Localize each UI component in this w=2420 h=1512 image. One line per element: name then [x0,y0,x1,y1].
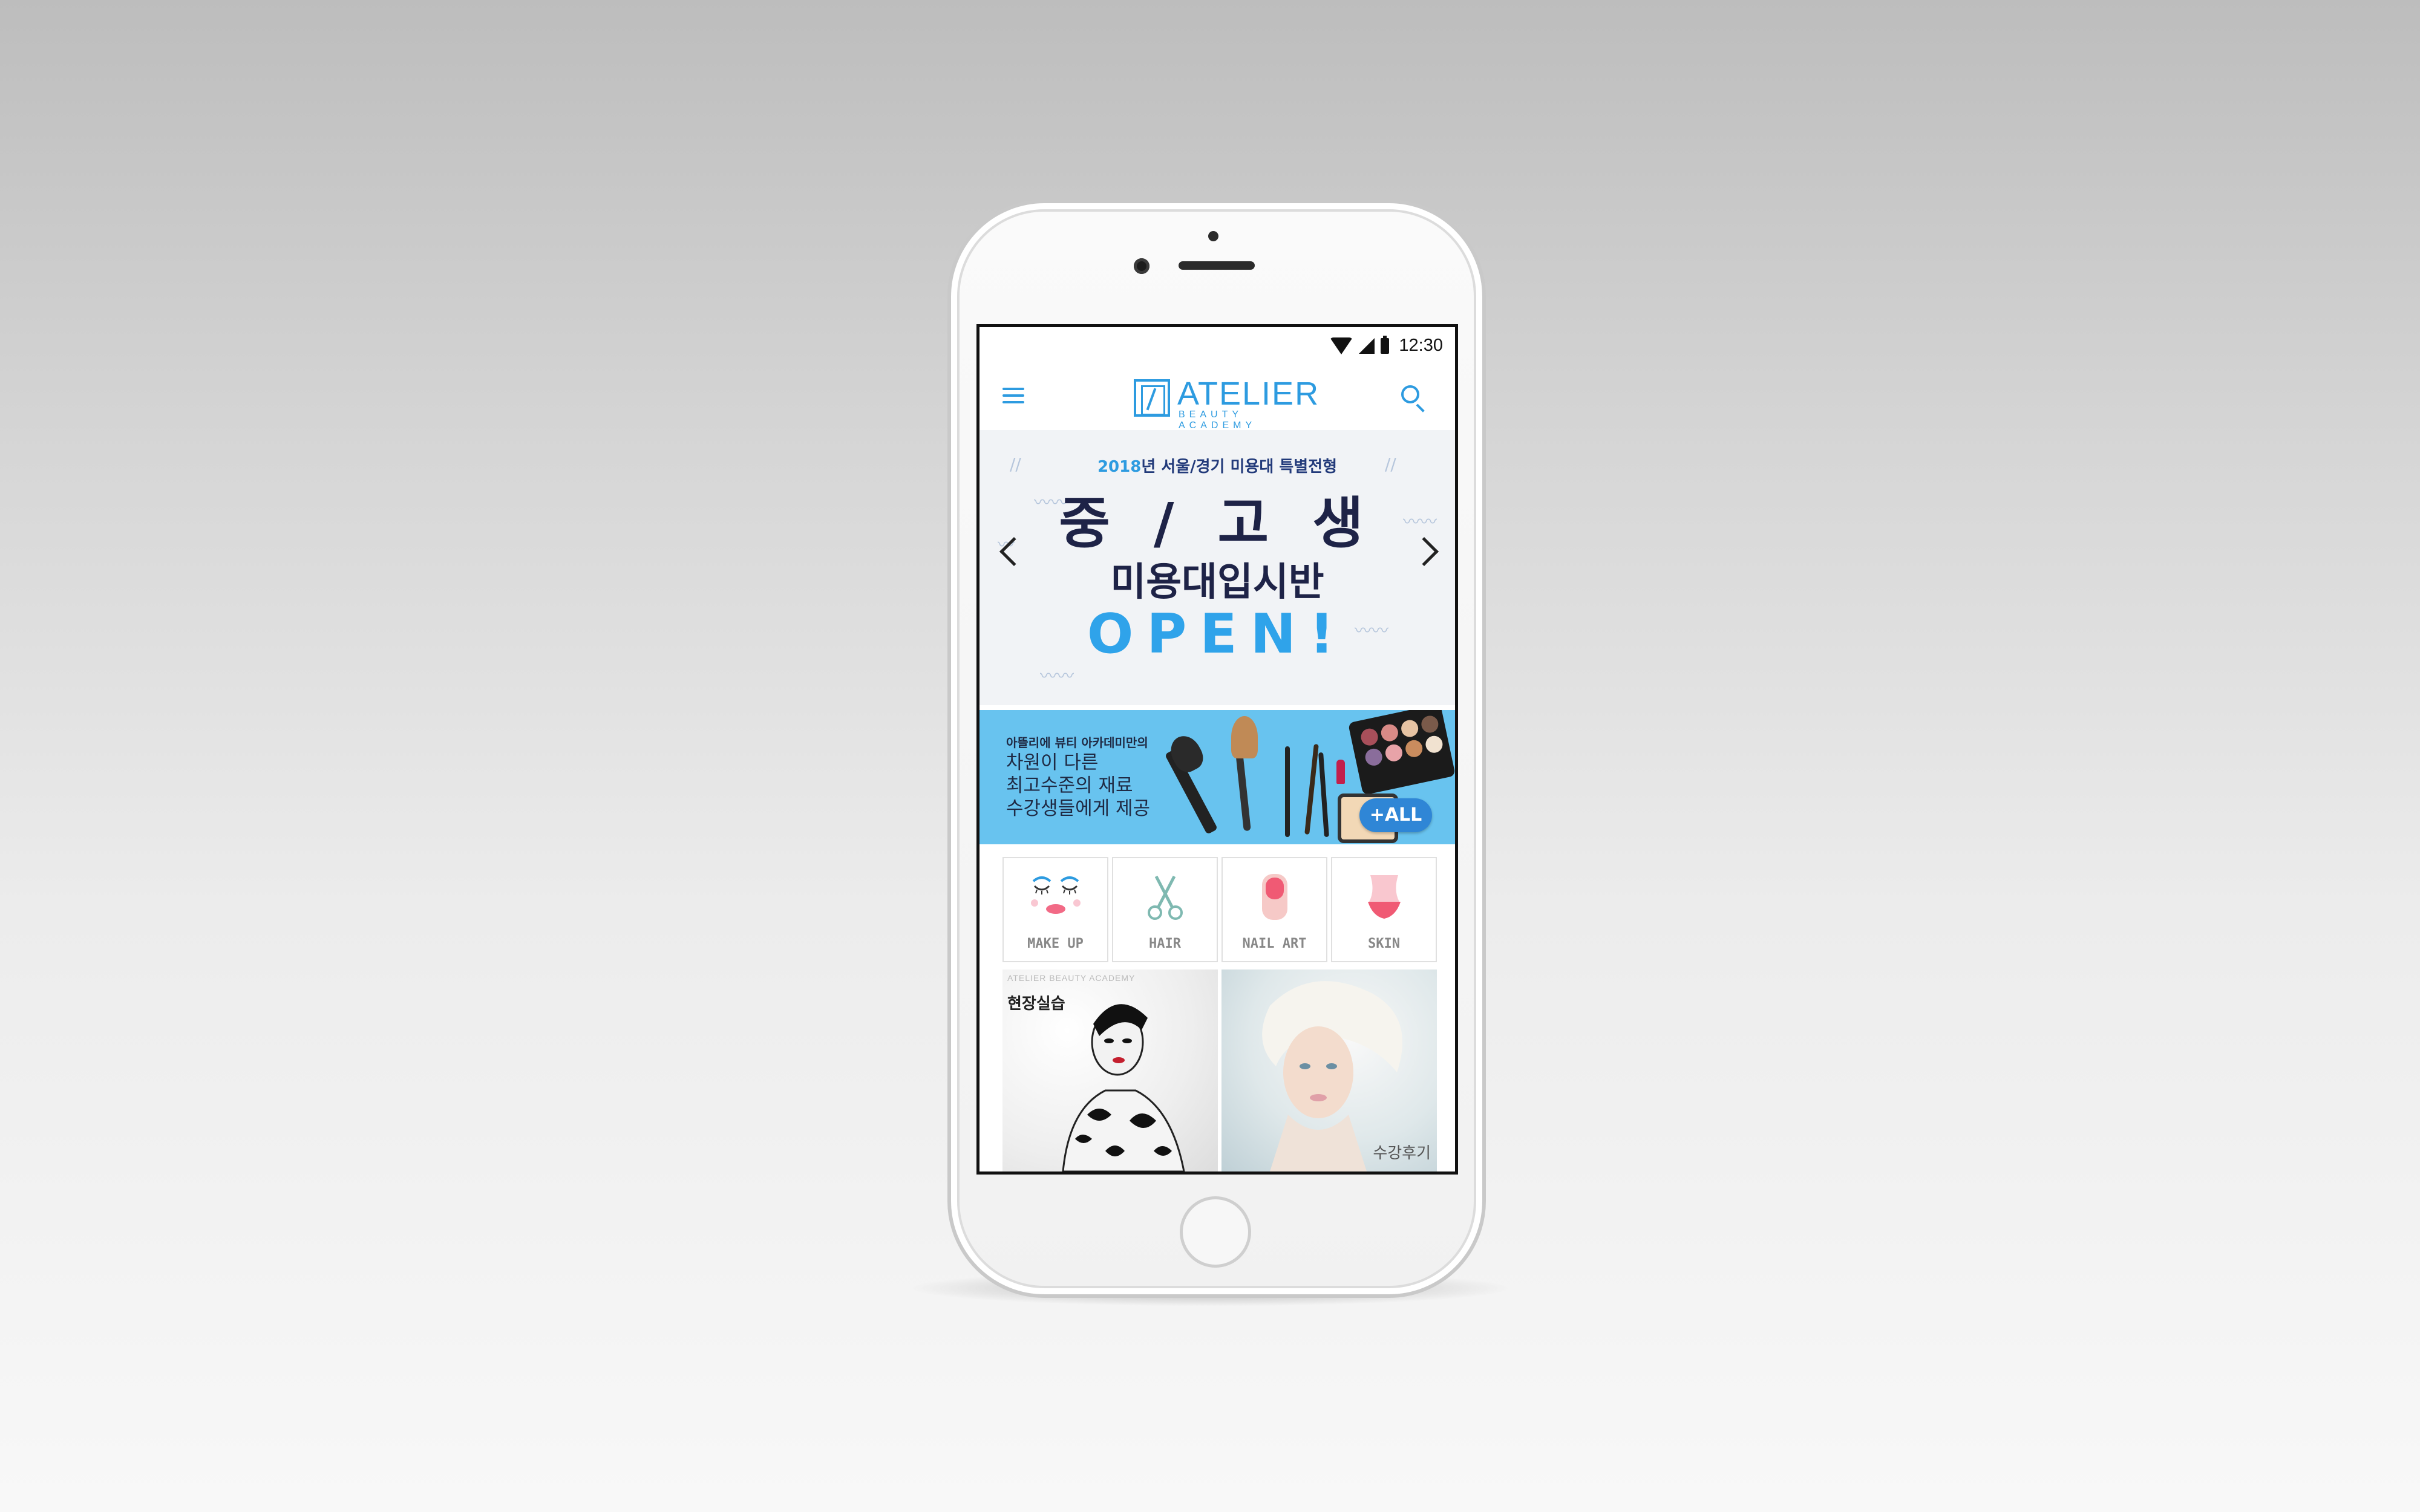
promo-line-3: 최고수준의 재료 [1006,775,1133,797]
status-time: 12:30 [1399,336,1443,355]
category-makeup[interactable]: MAKE UP [1002,857,1108,962]
category-label: NAIL ART [1242,936,1307,951]
view-all-button[interactable]: +ALL [1359,798,1432,832]
feature-tiles: ATELIER BEAUTY ACADEMY 현장실습 수강후기 [1002,969,1437,1171]
nail-icon [1261,874,1287,920]
body-skin-icon [1367,875,1401,919]
logo-mark-icon [1134,379,1170,417]
tile-reviews[interactable]: 수강후기 [1221,969,1437,1171]
status-bar: 12:30 [979,327,1455,363]
category-label: SKIN [1368,936,1400,951]
promo-line-4: 수강생들에게 제공 [1006,798,1151,820]
brush-head-icon [1165,731,1208,777]
hero-line-2: 미용대입시반 [1110,560,1324,605]
home-button[interactable] [1180,1196,1251,1268]
earpiece-speaker [1179,261,1255,270]
bodypaint-model-image [1062,1004,1185,1171]
hero-subtitle-text: 년 서울/경기 미용대 특별전형 [1141,458,1338,476]
status-icons: 12:30 [1330,335,1443,356]
promo-line-1: 아뜰리에 뷰티 아카데미만의 [1006,735,1148,750]
hero-line-3: OPEN! [1087,602,1348,666]
hero-subtitle: 2018년 서울/경기 미용대 특별전형 [979,454,1455,477]
hero-year: 2018 [1097,458,1142,476]
hamburger-menu-icon[interactable] [1002,388,1024,406]
category-grid: MAKE UP HAIR NAIL ART SKIN [1002,857,1437,962]
logo-subtitle: BEAUTY ACADEMY [1179,409,1257,431]
search-icon[interactable] [1401,385,1425,412]
logo-title: ATELIER [1177,376,1320,412]
category-label: MAKE UP [1027,936,1084,951]
makeup-brush-icon [1235,752,1251,832]
promo-banner[interactable]: 아뜰리에 뷰티 아카데미만의 차원이 다른 최고수준의 재료 수강생들에게 제공… [979,710,1455,844]
phone-screen: 12:30 ATELIER BEAUTY ACADEMY 〰〰 〰 〰〰 〰〰 … [976,324,1458,1175]
tile-field-practice[interactable]: ATELIER BEAUTY ACADEMY 현장실습 [1002,969,1218,1171]
signal-icon [1359,337,1375,354]
category-skin[interactable]: SKIN [1331,857,1437,962]
wifi-icon [1330,337,1353,354]
app-bar: ATELIER BEAUTY ACADEMY [979,363,1455,431]
hero-line-1: 중 / 고 생 [1059,491,1376,556]
eyeshadow-palette-icon [1348,710,1455,795]
atelier-logo[interactable]: ATELIER BEAUTY ACADEMY [1134,376,1318,431]
front-sensor [1208,231,1218,241]
promo-line-2: 차원이 다른 [1006,752,1099,774]
category-label: HAIR [1149,936,1181,951]
battery-icon [1381,335,1390,354]
decor-squiggle: 〰〰 [1040,666,1074,686]
category-hair[interactable]: HAIR [1112,857,1218,962]
category-nail-art[interactable]: NAIL ART [1221,857,1327,962]
makeup-brush-icon [1318,752,1329,838]
front-camera [1134,258,1150,274]
scissors-icon [1147,875,1183,920]
powder-brush-icon [1231,716,1258,758]
lipstick-icon [1336,760,1345,784]
tile-label: 수강후기 [1373,1144,1431,1162]
makeup-face-icon [1030,876,1081,914]
makeup-brush-icon [1285,746,1290,837]
promo-text: 차원이 다른 최고수준의 재료 수강생들에게 제공 [1006,751,1150,820]
makeup-brush-icon [1304,743,1319,835]
hero-banner[interactable]: 〰〰 〰 〰〰 〰〰 〰〰 // // 2018년 서울/경기 미용대 특별전형… [979,430,1455,705]
